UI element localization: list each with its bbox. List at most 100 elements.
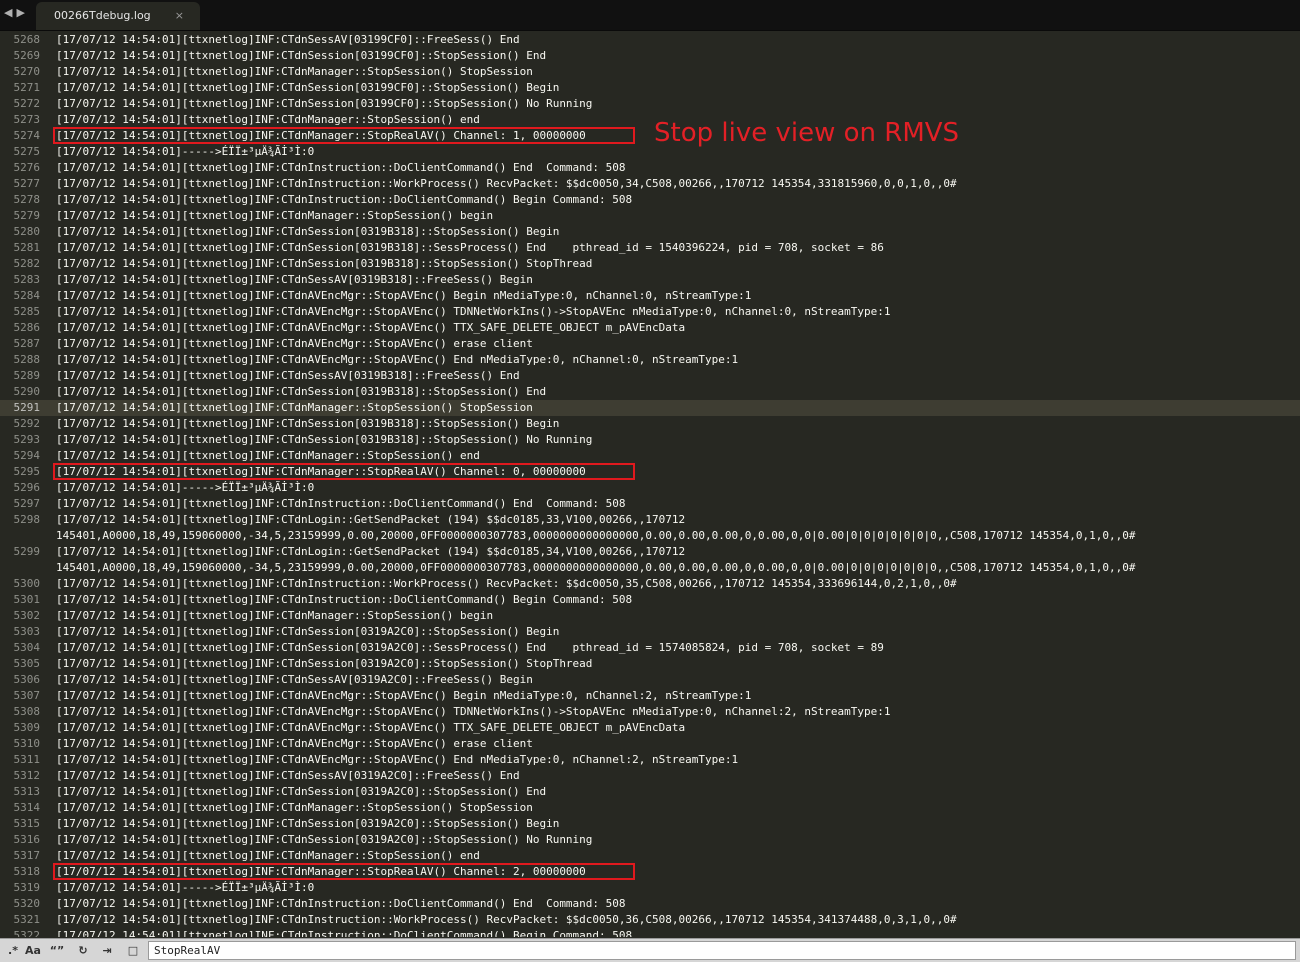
log-line[interactable]: 5302 [17/07/12 14:54:01][ttxnetlog]INF:CT… [0,608,1300,624]
line-text[interactable]: [17/07/12 14:54:01][ttxnetlog]INF:CTdnSe… [56,240,884,256]
log-line[interactable]: 5275 [17/07/12 14:54:01]----->ÉÏÏ±³µÄ¾Ãİ³… [0,144,1300,160]
log-line[interactable]: 5269 [17/07/12 14:54:01][ttxnetlog]INF:CT… [0,48,1300,64]
tab-nav-arrows[interactable]: ◀▶ [4,6,29,19]
line-text[interactable]: [17/07/12 14:54:01][ttxnetlog]INF:CTdnSe… [56,624,559,640]
tab-active-file[interactable]: 00266Tdebug.log × [36,2,200,30]
log-line[interactable]: 5317 [17/07/12 14:54:01][ttxnetlog]INF:CT… [0,848,1300,864]
line-text[interactable]: [17/07/12 14:54:01][ttxnetlog]INF:CTdnMa… [56,848,480,864]
line-text[interactable]: [17/07/12 14:54:01][ttxnetlog]INF:CTdnMa… [56,864,586,880]
line-text-wrapped[interactable]: 145401,A0000,18,49,159060000,-34,5,23159… [56,528,1135,544]
line-text[interactable]: [17/07/12 14:54:01][ttxnetlog]INF:CTdnIn… [56,192,632,208]
find-input[interactable]: StopRealAV [148,941,1296,960]
log-line[interactable]: 5320 [17/07/12 14:54:01][ttxnetlog]INF:CT… [0,896,1300,912]
line-text[interactable]: [17/07/12 14:54:01][ttxnetlog]INF:CTdnAV… [56,352,738,368]
line-text[interactable]: [17/07/12 14:54:01][ttxnetlog]INF:CTdnMa… [56,208,493,224]
line-text[interactable]: [17/07/12 14:54:01][ttxnetlog]INF:CTdnMa… [56,64,533,80]
log-line[interactable]: 5308 [17/07/12 14:54:01][ttxnetlog]INF:CT… [0,704,1300,720]
log-line[interactable]: 5307 [17/07/12 14:54:01][ttxnetlog]INF:CT… [0,688,1300,704]
case-sensitive-toggle[interactable]: Aa [22,942,44,959]
editor-pane[interactable]: Stop live view on RMVS 5268 [17/07/12 14:… [0,31,1300,937]
line-text[interactable]: [17/07/12 14:54:01][ttxnetlog]INF:CTdnSe… [56,384,546,400]
line-text[interactable]: [17/07/12 14:54:01]----->ÉÏÏ±³µÄ¾Ãİ³Ì:0 [56,144,314,160]
log-line[interactable]: 5294 [17/07/12 14:54:01][ttxnetlog]INF:CT… [0,448,1300,464]
line-text[interactable]: [17/07/12 14:54:01][ttxnetlog]INF:CTdnSe… [56,432,592,448]
line-text[interactable]: [17/07/12 14:54:01][ttxnetlog]INF:CTdnSe… [56,416,559,432]
line-text[interactable]: [17/07/12 14:54:01][ttxnetlog]INF:CTdnSe… [56,32,520,48]
line-text-wrapped[interactable]: 145401,A0000,18,49,159060000,-34,5,23159… [56,560,1135,576]
line-text[interactable]: [17/07/12 14:54:01][ttxnetlog]INF:CTdnSe… [56,640,884,656]
log-line[interactable]: 5309 [17/07/12 14:54:01][ttxnetlog]INF:CT… [0,720,1300,736]
line-text[interactable]: [17/07/12 14:54:01][ttxnetlog]INF:CTdnMa… [56,800,533,816]
log-line[interactable]: 5276 [17/07/12 14:54:01][ttxnetlog]INF:CT… [0,160,1300,176]
log-line[interactable]: 5300 [17/07/12 14:54:01][ttxnetlog]INF:CT… [0,576,1300,592]
line-text[interactable]: [17/07/12 14:54:01][ttxnetlog]INF:CTdnSe… [56,832,592,848]
arrow-right-icon[interactable]: ▶ [16,6,28,19]
log-line[interactable]: 5315 [17/07/12 14:54:01][ttxnetlog]INF:CT… [0,816,1300,832]
log-line[interactable]: 5278 [17/07/12 14:54:01][ttxnetlog]INF:CT… [0,192,1300,208]
line-text[interactable]: [17/07/12 14:54:01][ttxnetlog]INF:CTdnIn… [56,176,957,192]
log-line[interactable]: 5285 [17/07/12 14:54:01][ttxnetlog]INF:CT… [0,304,1300,320]
line-text[interactable]: [17/07/12 14:54:01][ttxnetlog]INF:CTdnAV… [56,288,751,304]
line-text[interactable]: [17/07/12 14:54:01][ttxnetlog]INF:CTdnIn… [56,576,957,592]
log-line[interactable]: 5281 [17/07/12 14:54:01][ttxnetlog]INF:CT… [0,240,1300,256]
line-text[interactable]: [17/07/12 14:54:01][ttxnetlog]INF:CTdnSe… [56,256,592,272]
log-line[interactable]: 5301 [17/07/12 14:54:01][ttxnetlog]INF:CT… [0,592,1300,608]
line-text[interactable]: [17/07/12 14:54:01][ttxnetlog]INF:CTdnIn… [56,496,626,512]
line-text[interactable]: [17/07/12 14:54:01][ttxnetlog]INF:CTdnMa… [56,608,493,624]
line-text[interactable]: [17/07/12 14:54:01][ttxnetlog]INF:CTdnLo… [56,544,685,560]
log-line[interactable]: 5304 [17/07/12 14:54:01][ttxnetlog]INF:CT… [0,640,1300,656]
log-line[interactable]: 5293 [17/07/12 14:54:01][ttxnetlog]INF:CT… [0,432,1300,448]
line-text[interactable]: [17/07/12 14:54:01][ttxnetlog]INF:CTdnSe… [56,368,520,384]
log-line[interactable]: 5290 [17/07/12 14:54:01][ttxnetlog]INF:CT… [0,384,1300,400]
log-line[interactable]: 5312 [17/07/12 14:54:01][ttxnetlog]INF:CT… [0,768,1300,784]
line-text[interactable]: [17/07/12 14:54:01][ttxnetlog]INF:CTdnSe… [56,224,559,240]
log-line[interactable]: 5291 [17/07/12 14:54:01][ttxnetlog]INF:CT… [0,400,1300,416]
log-line[interactable]: 5310 [17/07/12 14:54:01][ttxnetlog]INF:CT… [0,736,1300,752]
log-line[interactable]: 5319 [17/07/12 14:54:01]----->ÉÏÏ±³µÄ¾Ãİ³… [0,880,1300,896]
line-text[interactable]: [17/07/12 14:54:01][ttxnetlog]INF:CTdnLo… [56,512,685,528]
log-line[interactable]: 5288 [17/07/12 14:54:01][ttxnetlog]INF:CT… [0,352,1300,368]
line-text[interactable]: [17/07/12 14:54:01][ttxnetlog]INF:CTdnSe… [56,768,520,784]
log-line[interactable]: 5318 [17/07/12 14:54:01][ttxnetlog]INF:CT… [0,864,1300,880]
log-line[interactable]: 5297 [17/07/12 14:54:01][ttxnetlog]INF:CT… [0,496,1300,512]
line-text[interactable]: [17/07/12 14:54:01][ttxnetlog]INF:CTdnMa… [56,112,480,128]
highlight-matches-icon[interactable]: □ [122,942,144,959]
log-line[interactable]: 5274 [17/07/12 14:54:01][ttxnetlog]INF:CT… [0,128,1300,144]
log-line[interactable]: 5282 [17/07/12 14:54:01][ttxnetlog]INF:CT… [0,256,1300,272]
log-line[interactable]: 5305 [17/07/12 14:54:01][ttxnetlog]INF:CT… [0,656,1300,672]
arrow-left-icon[interactable]: ◀ [4,6,16,19]
line-text[interactable]: [17/07/12 14:54:01][ttxnetlog]INF:CTdnSe… [56,784,546,800]
log-line[interactable]: 5299 [17/07/12 14:54:01][ttxnetlog]INF:CT… [0,544,1300,576]
line-text[interactable]: [17/07/12 14:54:01][ttxnetlog]INF:CTdnAV… [56,688,751,704]
regex-toggle[interactable]: .* [2,942,24,959]
line-text[interactable]: [17/07/12 14:54:01][ttxnetlog]INF:CTdnAV… [56,736,533,752]
line-text[interactable]: [17/07/12 14:54:01][ttxnetlog]INF:CTdnAV… [56,336,533,352]
log-line[interactable]: 5298 [17/07/12 14:54:01][ttxnetlog]INF:CT… [0,512,1300,544]
log-line[interactable]: 5272 [17/07/12 14:54:01][ttxnetlog]INF:CT… [0,96,1300,112]
line-text[interactable]: [17/07/12 14:54:01]----->ÉÏÏ±³µÄ¾Ãİ³Ì:0 [56,880,314,896]
line-text[interactable]: [17/07/12 14:54:01][ttxnetlog]INF:CTdnMa… [56,464,586,480]
line-text[interactable]: [17/07/12 14:54:01]----->ÉÏÏ±³µÄ¾Ãİ³Ì:0 [56,480,314,496]
wrap-icon[interactable]: ↻ [72,942,94,959]
line-text[interactable]: [17/07/12 14:54:01][ttxnetlog]INF:CTdnSe… [56,672,533,688]
line-text[interactable]: [17/07/12 14:54:01][ttxnetlog]INF:CTdnAV… [56,304,890,320]
line-text[interactable]: [17/07/12 14:54:01][ttxnetlog]INF:CTdnIn… [56,160,626,176]
log-line[interactable]: 5292 [17/07/12 14:54:01][ttxnetlog]INF:CT… [0,416,1300,432]
close-icon[interactable]: × [175,9,184,22]
line-text[interactable]: [17/07/12 14:54:01][ttxnetlog]INF:CTdnIn… [56,928,632,937]
log-line[interactable]: 5273 [17/07/12 14:54:01][ttxnetlog]INF:CT… [0,112,1300,128]
in-selection-icon[interactable]: ⇥ [96,942,118,959]
line-text[interactable]: [17/07/12 14:54:01][ttxnetlog]INF:CTdnIn… [56,896,626,912]
log-line[interactable]: 5280 [17/07/12 14:54:01][ttxnetlog]INF:CT… [0,224,1300,240]
line-text[interactable]: [17/07/12 14:54:01][ttxnetlog]INF:CTdnAV… [56,720,685,736]
line-text[interactable]: [17/07/12 14:54:01][ttxnetlog]INF:CTdnSe… [56,80,559,96]
line-text[interactable]: [17/07/12 14:54:01][ttxnetlog]INF:CTdnSe… [56,816,559,832]
log-line[interactable]: 5322 [17/07/12 14:54:01][ttxnetlog]INF:CT… [0,928,1300,937]
log-line[interactable]: 5316 [17/07/12 14:54:01][ttxnetlog]INF:CT… [0,832,1300,848]
log-line[interactable]: 5289 [17/07/12 14:54:01][ttxnetlog]INF:CT… [0,368,1300,384]
log-line[interactable]: 5279 [17/07/12 14:54:01][ttxnetlog]INF:CT… [0,208,1300,224]
log-line[interactable]: 5321 [17/07/12 14:54:01][ttxnetlog]INF:CT… [0,912,1300,928]
log-line[interactable]: 5283 [17/07/12 14:54:01][ttxnetlog]INF:CT… [0,272,1300,288]
line-text[interactable]: [17/07/12 14:54:01][ttxnetlog]INF:CTdnSe… [56,96,592,112]
log-line[interactable]: 5287 [17/07/12 14:54:01][ttxnetlog]INF:CT… [0,336,1300,352]
